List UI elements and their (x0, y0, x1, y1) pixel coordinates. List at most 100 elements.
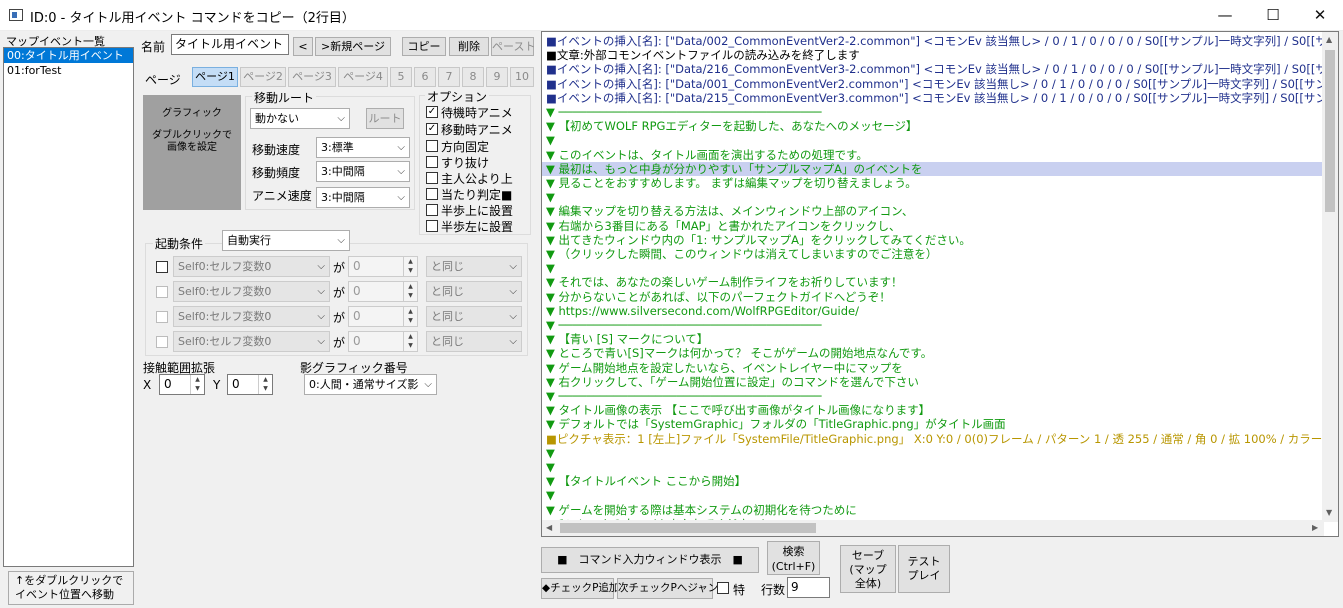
next-checkpoint-button[interactable]: 次チェックPへジャンプ (617, 578, 729, 599)
vertical-scroll-thumb[interactable] (1325, 50, 1335, 212)
command-line[interactable]: ■ピクチャ表示：1 [左上]ファイル「SystemFile/TitleGraph… (546, 432, 1338, 446)
scroll-left-icon[interactable]: ◀ (546, 523, 552, 532)
contact-x-spinner[interactable]: 0 ▲ ▼ (159, 374, 205, 395)
command-line[interactable]: ▼ （クリックした瞬間、このウィンドウは消えてしまいますのでご注意を） (546, 247, 937, 261)
command-line[interactable]: ▼ ゲーム開始地点を設定したいなら、イベントレイヤー中にマップを (546, 361, 903, 375)
option-checkbox-pass-through[interactable] (426, 156, 438, 168)
command-line[interactable]: ▼ https://www.silversecond.com/WolfRPGEd… (546, 304, 859, 318)
line-count-input[interactable]: 9 (787, 577, 830, 598)
command-input-window-button[interactable]: ■ コマンド入力ウィンドウ表示 ■ (541, 547, 759, 573)
contact-y-spinner[interactable]: 0 ▲ ▼ (227, 374, 273, 395)
trigger-compare-select[interactable]: と同じ ⌵ (426, 256, 522, 277)
command-line[interactable]: ▼ ゲームを開始する際は基本システムの初期化を待つために (546, 503, 857, 517)
command-line[interactable]: ▼ 右端から3番目にある「MAP」と書かれたアイコンをクリックし、 (546, 219, 900, 233)
trigger-compare-select[interactable]: と同じ ⌵ (426, 306, 522, 327)
tab-page-10[interactable]: 10 (510, 67, 534, 87)
trigger-value-spinner[interactable]: 0 ▲ ▼ (348, 281, 418, 302)
command-line[interactable]: ▼ このイベントは、タイトル画面を演出するための処理です。 (546, 148, 868, 162)
command-line[interactable]: ▼ 出てきたウィンドウ内の「1: サンプルマップA」をクリックしてみてください。 (546, 233, 971, 247)
command-line[interactable]: ■文章:外部コモンイベントファイルの読み込みを終了します (546, 48, 860, 62)
command-line[interactable]: ▼ (546, 488, 555, 502)
paste-page-button[interactable]: ペースト (491, 37, 535, 56)
test-play-button[interactable]: テスト プレイ (898, 545, 950, 593)
map-event-list[interactable]: 00:タイトル用イベント 01:forTest (3, 47, 134, 567)
command-line[interactable]: ▼ タイトル画像の表示 【ここで呼び出す画像がタイトル画像になります】 (546, 403, 930, 417)
command-line[interactable]: ▼ 【初めてWOLF RPGエディターを起動した、あなたへのメッセージ】 (546, 119, 917, 133)
trigger-condition-checkbox[interactable] (156, 311, 168, 323)
add-checkpoint-button[interactable]: ◆チェックP追加 (541, 578, 619, 599)
route-type-select[interactable]: 動かない ⌵ (250, 108, 350, 129)
tab-page-9[interactable]: 9 (486, 67, 508, 87)
tab-page-7[interactable]: 7 (438, 67, 460, 87)
command-line[interactable]: ■イベントの挿入[名]: ["Data/001_CommonEventVer2.… (546, 77, 1338, 91)
scroll-up-icon[interactable]: ▲ (1326, 35, 1332, 44)
command-line[interactable]: ▼ 【タイトルイベント ここから開始】 (546, 474, 746, 488)
map-event-item[interactable]: 01:forTest (4, 63, 133, 78)
command-line[interactable]: ▼ (546, 446, 555, 460)
command-line[interactable]: ▼ デフォルトでは「SystemGraphic」フォルダの「TitleGraph… (546, 417, 1006, 431)
close-button[interactable]: ✕ (1297, 0, 1343, 31)
trigger-value-spinner[interactable]: 0 ▲ ▼ (348, 331, 418, 352)
option-checkbox-move-anime[interactable]: ✓ (426, 123, 438, 135)
move-speed-select[interactable]: 3:標準 ⌵ (316, 137, 410, 158)
spinner-arrows-icon[interactable]: ▲ ▼ (403, 257, 417, 276)
event-graphic-box[interactable]: グラフィック ダブルクリックで 画像を設定 (143, 95, 241, 210)
save-button[interactable]: セーブ (マップ 全体) (840, 545, 896, 593)
trigger-variable-select[interactable]: Self0:セルフ変数0 ⌵ (173, 281, 330, 302)
trigger-condition-checkbox[interactable] (156, 286, 168, 298)
prev-page-button[interactable]: < (293, 37, 313, 56)
tab-page-1[interactable]: ページ1 (192, 67, 238, 87)
command-line[interactable]: ▼ それでは、あなたの楽しいゲーム制作ライフをお祈りしています！ (546, 275, 902, 289)
trigger-value-spinner[interactable]: 0 ▲ ▼ (348, 306, 418, 327)
trigger-condition-checkbox[interactable] (156, 261, 168, 273)
map-event-item[interactable]: 00:タイトル用イベント (4, 48, 133, 63)
scroll-down-icon[interactable]: ▼ (1326, 508, 1332, 517)
command-line[interactable]: ▼ (546, 261, 555, 275)
command-line[interactable]: ▼ ────────────────────────────────────── (546, 105, 822, 119)
spinner-arrows-icon[interactable]: ▲ ▼ (403, 282, 417, 301)
scroll-right-icon[interactable]: ▶ (1312, 523, 1318, 532)
map-event-jump-hint[interactable]: ↑をダブルクリックで イベント位置へ移動 (8, 571, 134, 605)
tab-page-4[interactable]: ページ4 (338, 67, 388, 87)
event-name-input[interactable]: タイトル用イベント (171, 34, 289, 55)
shadow-graphic-select[interactable]: 0:人間・通常サイズ影 ⌵ (304, 374, 437, 395)
special-checkbox[interactable] (717, 582, 729, 594)
trigger-variable-select[interactable]: Self0:セルフ変数0 ⌵ (173, 331, 330, 352)
trigger-compare-select[interactable]: と同じ ⌵ (426, 331, 522, 352)
command-line[interactable]: ▼ 編集マップを切り替える方法は、メインウィンドウ上部のアイコン、 (546, 204, 913, 218)
tab-page-6[interactable]: 6 (414, 67, 436, 87)
command-line[interactable]: ■イベントの挿入[名]: ["Data/215_CommonEventVer3.… (546, 91, 1338, 105)
spinner-arrows-icon[interactable]: ▲ ▼ (403, 307, 417, 326)
route-button[interactable]: ルート (366, 108, 404, 129)
command-line[interactable]: ▼ ────────────────────────────────────── (546, 389, 822, 403)
command-line[interactable]: ▼ 右クリックして、「ゲーム開始位置に設定」のコマンドを選んで下さい (546, 375, 919, 389)
maximize-button[interactable]: ☐ (1250, 0, 1296, 31)
command-line[interactable]: ▼ 見ることをおすすめします。 まずは編集マップを切り替えましょう。 (546, 176, 917, 190)
option-checkbox-fixed-direction[interactable] (426, 140, 438, 152)
tab-page-2[interactable]: ページ2 (240, 67, 286, 87)
spinner-arrows-icon[interactable]: ▲ ▼ (190, 375, 204, 394)
tab-page-8[interactable]: 8 (462, 67, 484, 87)
command-line[interactable]: ▼ 最初は、もっと中身が分かりやすい「サンプルマップA」のイベントを (546, 162, 923, 176)
command-line[interactable]: ▼ ────────────────────────────────────── (546, 318, 822, 332)
anim-speed-select[interactable]: 3:中間隔 ⌵ (316, 187, 410, 208)
command-line[interactable]: ■イベントの挿入[名]: ["Data/216_CommonEventVer3-… (546, 62, 1338, 76)
vertical-scrollbar[interactable]: ▲ ▼ (1322, 32, 1338, 522)
command-line[interactable]: ▼ (546, 190, 555, 204)
command-line[interactable]: ▼ ところで青い[S]マークは何かって？ そこがゲームの開始地点なんです。 (546, 346, 932, 360)
spinner-arrows-icon[interactable]: ▲ ▼ (258, 375, 272, 394)
command-line[interactable]: ■イベントの挿入[名]: ["Data/002_CommonEventVer2-… (546, 34, 1338, 48)
tab-page-3[interactable]: ページ3 (288, 67, 336, 87)
command-line[interactable]: ▼ (546, 460, 555, 474)
trigger-variable-select[interactable]: Self0:セルフ変数0 ⌵ (173, 256, 330, 277)
option-checkbox-idle-anime[interactable]: ✓ (426, 106, 438, 118)
trigger-select[interactable]: 自動実行 ⌵ (222, 230, 350, 251)
command-list[interactable]: ■イベントの挿入[名]: ["Data/002_CommonEventVer2-… (541, 31, 1339, 537)
command-line[interactable]: ▼ 【青い [S] マークについて】 (546, 332, 708, 346)
option-checkbox-half-up[interactable] (426, 204, 438, 216)
option-checkbox-half-left[interactable] (426, 220, 438, 232)
trigger-compare-select[interactable]: と同じ ⌵ (426, 281, 522, 302)
option-checkbox-above-hero[interactable] (426, 172, 438, 184)
option-checkbox-collision[interactable] (426, 188, 438, 200)
copy-page-button[interactable]: コピー (402, 37, 446, 56)
